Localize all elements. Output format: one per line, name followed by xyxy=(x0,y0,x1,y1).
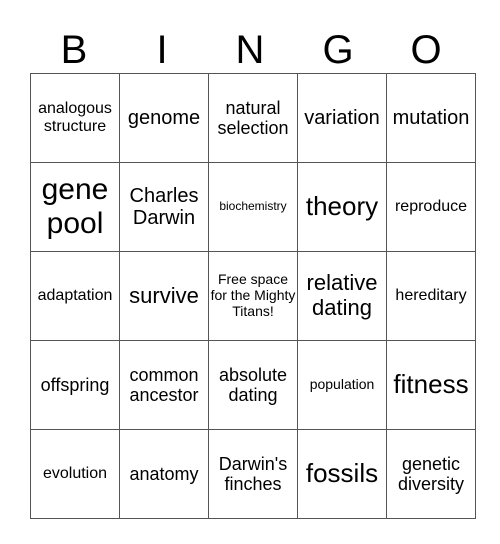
bingo-row: gene pool Charles Darwin biochemistry th… xyxy=(30,162,476,252)
bingo-cell[interactable]: fossils xyxy=(297,429,387,519)
bingo-cell[interactable]: fitness xyxy=(386,340,476,430)
bingo-cell[interactable]: variation xyxy=(297,73,387,163)
bingo-cell[interactable]: relative dating xyxy=(297,251,387,341)
bingo-cell[interactable]: genetic diversity xyxy=(386,429,476,519)
bingo-cell[interactable]: common ancestor xyxy=(119,340,209,430)
bingo-cell[interactable]: evolution xyxy=(30,429,120,519)
header-letter-n: N xyxy=(235,28,265,72)
bingo-cell[interactable]: Charles Darwin xyxy=(119,162,209,252)
bingo-cell[interactable]: gene pool xyxy=(30,162,120,252)
bingo-cell[interactable]: biochemistry xyxy=(208,162,298,252)
bingo-cell[interactable]: anatomy xyxy=(119,429,209,519)
bingo-cell[interactable]: reproduce xyxy=(386,162,476,252)
bingo-cell[interactable]: absolute dating xyxy=(208,340,298,430)
bingo-row: analogous structure genome natural selec… xyxy=(30,73,476,163)
bingo-row: adaptation survive Free space for the Mi… xyxy=(30,251,476,341)
header-letter-i: I xyxy=(156,28,168,72)
bingo-cell[interactable]: analogous structure xyxy=(30,73,120,163)
header-letter-b: B xyxy=(60,28,88,72)
bingo-cell[interactable]: Darwin's finches xyxy=(208,429,298,519)
free-space-cell[interactable]: Free space for the Mighty Titans! xyxy=(208,251,298,341)
header-letter-o: O xyxy=(410,28,442,72)
bingo-cell[interactable]: population xyxy=(297,340,387,430)
header-letter-g: G xyxy=(322,28,354,72)
bingo-cell[interactable]: mutation xyxy=(386,73,476,163)
bingo-cell[interactable]: offspring xyxy=(30,340,120,430)
bingo-cell[interactable]: theory xyxy=(297,162,387,252)
bingo-cell[interactable]: natural selection xyxy=(208,73,298,163)
bingo-row: evolution anatomy Darwin's finches fossi… xyxy=(30,429,476,519)
bingo-cell[interactable]: genome xyxy=(119,73,209,163)
bingo-cell[interactable]: survive xyxy=(119,251,209,341)
bingo-cell[interactable]: hereditary xyxy=(386,251,476,341)
bingo-header: B I N G O xyxy=(30,28,470,72)
bingo-card: analogous structure genome natural selec… xyxy=(30,73,476,519)
bingo-row: offspring common ancestor absolute datin… xyxy=(30,340,476,430)
bingo-cell[interactable]: adaptation xyxy=(30,251,120,341)
